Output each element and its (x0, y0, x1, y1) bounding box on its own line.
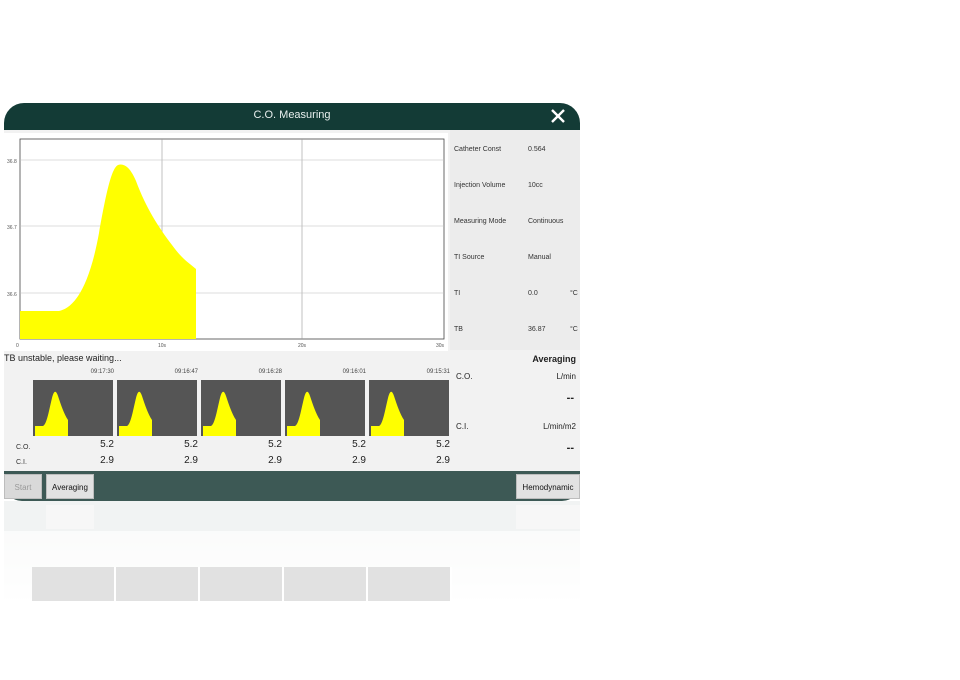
param-value: 0.0 (528, 290, 538, 297)
close-icon[interactable] (548, 105, 568, 127)
param-label: Catheter Const (454, 146, 502, 153)
history-ci-value: 2.9 (352, 455, 366, 466)
param-value: 0.564 (528, 146, 546, 153)
history-co-label: C.O. (16, 444, 31, 451)
history-co-value: 5.2 (100, 439, 114, 450)
x-tick-label: 20s (298, 343, 307, 349)
averaging-co-label: C.O. (456, 372, 473, 381)
averaging-heading: Averaging (532, 354, 576, 364)
history-time: 09:16:28 (258, 369, 282, 375)
averaging-button[interactable]: Averaging (46, 474, 94, 499)
history-co-value: 5.2 (268, 439, 282, 450)
x-tick-label: 0 (16, 343, 19, 349)
y-tick-label: 36.7 (7, 225, 17, 231)
history-ci-label: C.I. (16, 459, 27, 466)
x-tick-label: 30s (436, 343, 445, 349)
thermodilution-graph: 36.8 36.7 36.6 0 10s 20s 30s (4, 133, 448, 351)
param-label: Injection Volume (454, 182, 506, 189)
param-unit: °C (570, 326, 578, 333)
window-reflection (4, 501, 580, 601)
hemodynamic-button[interactable]: Hemodynamic (516, 474, 580, 499)
y-tick-label: 36.8 (7, 159, 17, 165)
param-label: TI Source (454, 254, 485, 261)
history-curve-thumbnail (369, 380, 449, 436)
param-tb: TB 36.87 °C (450, 323, 580, 337)
window-title: C.O. Measuring (253, 109, 331, 121)
param-value: Continuous (528, 218, 564, 225)
y-tick-label: 36.6 (7, 292, 17, 298)
history-co-value: 5.2 (184, 439, 198, 450)
history-time: 09:16:01 (342, 369, 366, 375)
history-curve-thumbnail (285, 380, 365, 436)
history-curve-thumbnail (201, 380, 281, 436)
param-ti-source[interactable]: TI Source Manual (450, 251, 580, 265)
averaging-co-value: -- (566, 392, 574, 404)
averaging-panel: Averaging C.O. L/min -- C.I. L/min/m2 -- (450, 350, 580, 474)
param-catheter-const[interactable]: Catheter Const 0.564 (450, 143, 580, 157)
param-measuring-mode[interactable]: Measuring Mode Continuous (450, 215, 580, 229)
window-body: 36.8 36.7 36.6 0 10s 20s 30s Catheter Co… (4, 130, 580, 474)
history-ci-value: 2.9 (268, 455, 282, 466)
param-value: 36.87 (528, 326, 546, 333)
param-value: 10cc (528, 182, 543, 189)
title-bar: C.O. Measuring (4, 103, 580, 130)
history-co-value: 5.2 (352, 439, 366, 450)
bottom-toolbar: Start Averaging Hemodynamic (4, 471, 580, 501)
param-label: TB (454, 326, 463, 333)
co-measuring-window: C.O. Measuring 36.8 36.7 36.6 0 10s 20s … (4, 103, 580, 501)
history-co-value: 5.2 (436, 439, 450, 450)
param-ti: TI 0.0 °C (450, 287, 580, 301)
param-label: Measuring Mode (454, 218, 507, 225)
history-curve-thumbnail (117, 380, 197, 436)
param-value: Manual (528, 254, 551, 261)
history-ci-value: 2.9 (100, 455, 114, 466)
status-message: TB unstable, please waiting... (4, 353, 122, 363)
history-time: 09:16:47 (174, 369, 198, 375)
averaging-ci-unit: L/min/m2 (543, 422, 576, 431)
param-unit: °C (570, 290, 578, 297)
averaging-ci-label: C.I. (456, 422, 469, 431)
averaging-ci-value: -- (566, 442, 574, 454)
history-ci-value: 2.9 (436, 455, 450, 466)
history-time: 09:15:31 (426, 369, 450, 375)
parameters-panel: Catheter Const 0.564 Injection Volume 10… (450, 130, 580, 350)
start-button[interactable]: Start (4, 474, 42, 499)
history-time: 09:17:30 (90, 369, 114, 375)
history-ci-value: 2.9 (184, 455, 198, 466)
x-tick-label: 10s (158, 343, 167, 349)
param-injection-volume[interactable]: Injection Volume 10cc (450, 179, 580, 193)
averaging-co-unit: L/min (556, 372, 576, 381)
param-label: TI (454, 290, 461, 297)
history-curve-thumbnail (33, 380, 113, 436)
